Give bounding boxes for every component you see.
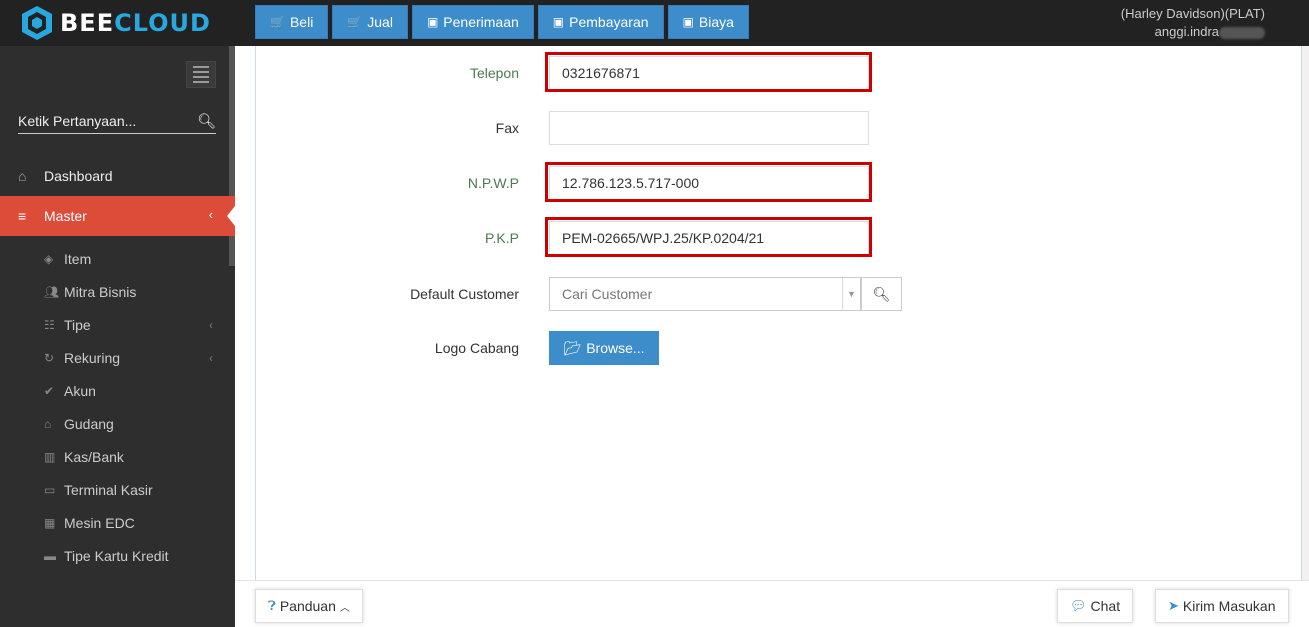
chevron-up-icon: ︿ bbox=[339, 602, 350, 614]
sidebar-item-mesin-edc[interactable]: ▦ Mesin EDC bbox=[0, 506, 235, 539]
sidebar-search: 🔍︎ bbox=[18, 108, 216, 134]
pembayaran-button[interactable]: ▣ Pembayaran bbox=[537, 5, 664, 39]
customer-select[interactable]: Cari Customer ▼ bbox=[549, 277, 861, 311]
chat-icon: 💬︎ bbox=[1070, 598, 1087, 613]
sidebar-item-kas-bank[interactable]: ▥ Kas/Bank bbox=[0, 440, 235, 473]
sidebar-item-akun[interactable]: ✔ Akun bbox=[0, 374, 235, 407]
sidebar: 🔍︎ ⌂ Dashboard ≡ Master ‹ ◈Item 👥︎Mitra … bbox=[0, 46, 235, 627]
kirim-masukan-button[interactable]: ➤ Kirim Masukan bbox=[1155, 589, 1289, 623]
sidebar-item-master[interactable]: ≡ Master ‹ bbox=[0, 196, 235, 236]
sidebar-nav: ⌂ Dashboard ≡ Master ‹ ◈ Item 👥︎ Mitra Bis… bbox=[0, 156, 235, 572]
form-panel: Telepon 0321676871 Fax N.P.W.P 12.786.12… bbox=[255, 46, 1302, 580]
highlight-box bbox=[545, 52, 872, 92]
jual-button[interactable]: 🛒 Jual bbox=[332, 5, 408, 39]
sidebar-item-mitra-bisnis[interactable]: 👥︎ Mitra Bisnis bbox=[0, 275, 235, 308]
caret-down-icon[interactable]: ▼ bbox=[842, 278, 860, 310]
pkp-label: P.K.P bbox=[485, 230, 519, 246]
search-icon: 🔍︎ bbox=[872, 285, 891, 302]
master-submenu: ◈ Item 👥︎ Mitra Bisnis ☷ Tipe ‹ ↻ Rekuring ‹… bbox=[0, 236, 235, 572]
active-indicator bbox=[227, 206, 235, 226]
chat-button[interactable]: 💬︎ Chat bbox=[1057, 589, 1134, 623]
cart-icon: 🛒 bbox=[270, 15, 285, 29]
brand-name: BEECLOUD bbox=[60, 9, 211, 37]
user-info[interactable]: (Harley Davidson)(PLAT) anggi.indra bbox=[1121, 5, 1265, 41]
panduan-button[interactable]: ❓︎ Panduan ︿ bbox=[255, 589, 363, 623]
hexagon-logo-icon bbox=[22, 6, 52, 40]
money-icon: ▣ bbox=[552, 15, 565, 29]
footer-bar: ❓︎ Panduan ︿ 💬︎ Chat ➤ Kirim Masukan bbox=[235, 580, 1309, 627]
penerimaan-button[interactable]: ▣ Penerimaan bbox=[411, 5, 534, 39]
sitemap-icon: ☷ bbox=[44, 317, 55, 332]
npwp-label: N.P.W.P bbox=[467, 175, 519, 191]
paper-plane-icon: ➤ bbox=[1168, 598, 1179, 613]
logo-cabang-row: Logo Cabang 📂︎ Browse... bbox=[256, 331, 1256, 371]
question-search-input[interactable] bbox=[18, 112, 188, 129]
sidebar-item-rekuring[interactable]: ↻ Rekuring ‹ bbox=[0, 341, 235, 374]
refresh-icon: ↻ bbox=[44, 350, 55, 365]
beli-button[interactable]: 🛒 Beli bbox=[255, 5, 329, 39]
top-nav: 🛒 Beli 🛒 Jual ▣ Penerimaan ▣ Pembayaran ▣ Bia… bbox=[255, 5, 749, 39]
customer-select-placeholder: Cari Customer bbox=[562, 286, 653, 302]
company-name: (Harley Davidson)(PLAT) bbox=[1120, 6, 1265, 21]
user-name: anggi.indra bbox=[1154, 24, 1219, 39]
sidebar-item-gudang[interactable]: ⌂ Gudang bbox=[0, 407, 235, 440]
fax-row: Fax bbox=[256, 109, 1256, 149]
credit-card-icon: ▬ bbox=[44, 548, 56, 563]
sidebar-item-dashboard[interactable]: ⌂ Dashboard bbox=[0, 156, 235, 196]
fax-label: Fax bbox=[495, 120, 519, 136]
sidebar-item-tipe-kartu-kredit[interactable]: ▬ Tipe Kartu Kredit bbox=[0, 539, 235, 572]
main-content: Telepon 0321676871 Fax N.P.W.P 12.786.12… bbox=[235, 46, 1309, 580]
home-icon: ⌂ bbox=[18, 168, 27, 184]
default-customer-label: Default Customer bbox=[410, 286, 519, 302]
customer-search-button[interactable]: 🔍︎ bbox=[861, 277, 902, 311]
cube-icon: ◈ bbox=[44, 251, 54, 266]
brand-logo[interactable]: BEECLOUD bbox=[20, 5, 235, 41]
money-icon: ▣ bbox=[426, 15, 439, 29]
npwp-row: N.P.W.P 12.786.123.5.717-000 bbox=[256, 162, 1256, 204]
search-icon[interactable]: 🔍︎ bbox=[197, 112, 216, 130]
main-scrollbar[interactable] bbox=[1302, 46, 1309, 580]
sidebar-item-item[interactable]: ◈ Item bbox=[0, 242, 235, 275]
highlight-box bbox=[545, 217, 872, 257]
top-bar: BEECLOUD 🛒 Beli 🛒 Jual ▣ Penerimaan ▣ Pembay… bbox=[0, 0, 1309, 46]
sidebar-item-terminal-kasir[interactable]: ▭ Terminal Kasir bbox=[0, 473, 235, 506]
default-customer-row: Default Customer Cari Customer ▼ 🔍︎ bbox=[256, 275, 1256, 315]
database-icon: ≡ bbox=[18, 208, 27, 224]
sidebar-item-tipe[interactable]: ☷ Tipe ‹ bbox=[0, 308, 235, 341]
folder-open-icon: 📂︎ bbox=[563, 339, 582, 356]
biaya-button[interactable]: ▣ Biaya bbox=[667, 5, 749, 39]
calculator-icon: ▦ bbox=[44, 515, 56, 530]
chevron-left-icon: ‹ bbox=[209, 350, 213, 365]
check-icon: ✔ bbox=[44, 383, 55, 398]
fax-input[interactable] bbox=[549, 111, 869, 145]
browse-button[interactable]: 📂︎ Browse... bbox=[549, 331, 659, 365]
telepon-label: Telepon bbox=[469, 65, 519, 81]
redacted-text bbox=[1219, 26, 1265, 39]
cart-icon: 🛒 bbox=[347, 15, 363, 29]
monitor-icon: ▭ bbox=[44, 482, 56, 497]
chevron-left-icon: ‹ bbox=[209, 317, 213, 332]
question-circle-icon: ❓︎ bbox=[268, 598, 276, 613]
bank-icon: ▥ bbox=[44, 449, 56, 464]
logo-cabang-label: Logo Cabang bbox=[434, 340, 519, 356]
pkp-row: P.K.P PEM-02665/WPJ.25/KP.0204/21 bbox=[256, 217, 1256, 259]
home-icon: ⌂ bbox=[44, 416, 52, 431]
users-icon: 👥︎ bbox=[44, 284, 60, 299]
menu-toggle-icon[interactable] bbox=[186, 61, 216, 88]
money-icon: ▣ bbox=[682, 15, 694, 29]
chevron-left-icon: ‹ bbox=[208, 207, 213, 222]
highlight-box bbox=[545, 162, 872, 202]
telepon-row: Telepon 0321676871 bbox=[256, 52, 1256, 94]
